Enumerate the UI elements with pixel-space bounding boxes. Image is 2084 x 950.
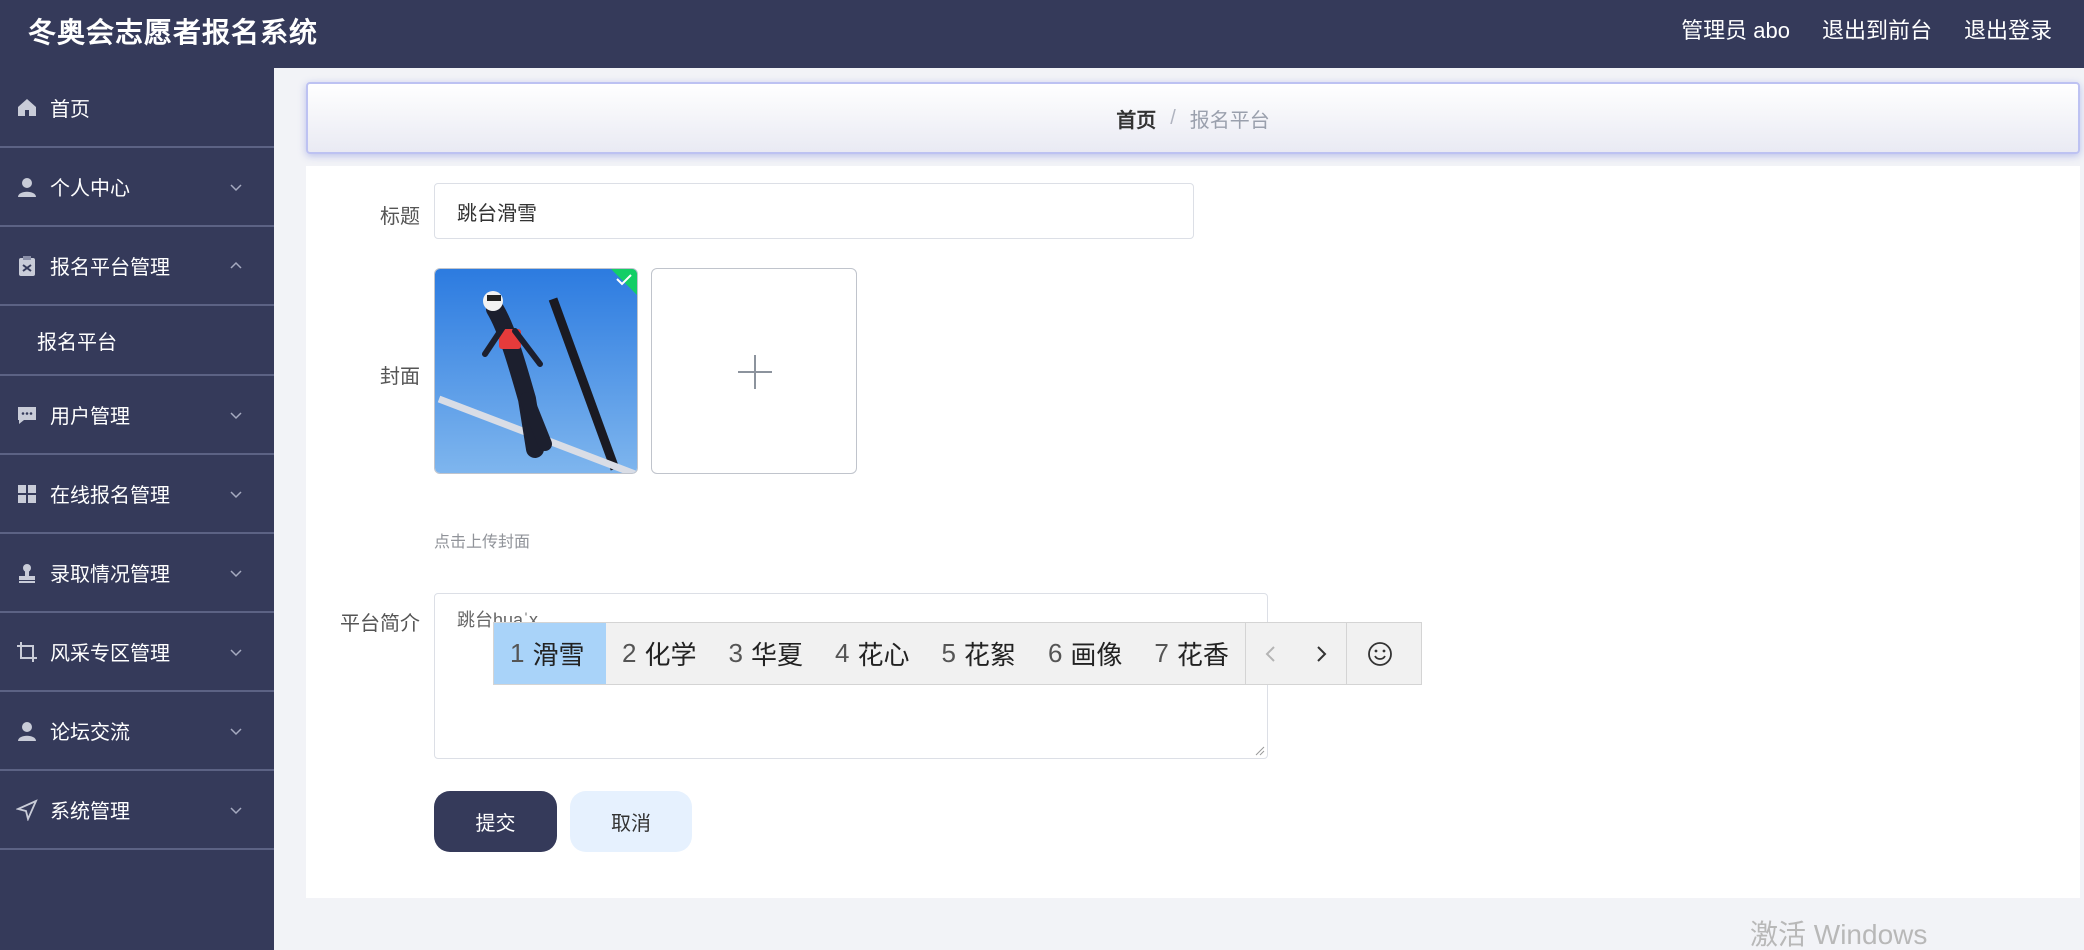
cover-label: 封面 <box>380 366 420 388</box>
ski-jumper-image <box>435 269 637 473</box>
sidebar-item-online-signup[interactable]: 在线报名管理 <box>0 455 274 534</box>
submit-button[interactable]: 提交 <box>434 791 557 852</box>
sidebar-item-label: 在线报名管理 <box>50 485 170 507</box>
sidebar-item-user-manage[interactable]: 用户管理 <box>0 376 274 455</box>
clipboard-icon <box>16 255 38 277</box>
breadcrumb: 首页 / 报名平台 <box>306 82 2080 154</box>
ime-prev-page[interactable] <box>1246 623 1296 684</box>
intro-label: 平台简介 <box>340 613 420 635</box>
logout-link[interactable]: 退出登录 <box>1964 13 2052 45</box>
user-icon <box>16 176 38 198</box>
ime-candidate[interactable]: 1 滑雪 <box>494 623 606 684</box>
admin-user-label: 管理员 abo <box>1681 18 1790 43</box>
emoji-icon <box>1368 641 1392 666</box>
chevron-right-icon <box>1317 645 1327 662</box>
sidebar: 首页 个人中心 报名平台管理 报名平台 用户管理 在线报名管理 录取情况管理 风… <box>0 68 274 950</box>
breadcrumb-home[interactable]: 首页 <box>1116 104 1156 133</box>
sidebar-item-label: 用户管理 <box>50 406 130 428</box>
chevron-down-icon <box>230 490 242 498</box>
chevron-down-icon <box>230 806 242 814</box>
sidebar-item-label: 个人中心 <box>50 178 130 200</box>
ime-emoji-button[interactable] <box>1347 623 1413 684</box>
cover-image[interactable] <box>434 268 638 474</box>
to-front-link[interactable]: 退出到前台 <box>1822 13 1932 45</box>
ime-candidate[interactable]: 4 花心 <box>819 623 925 684</box>
breadcrumb-separator: / <box>1170 106 1176 129</box>
sidebar-subitem-platform[interactable]: 报名平台 <box>0 306 274 376</box>
ime-candidate[interactable]: 5 花絮 <box>925 623 1031 684</box>
upload-cover-button[interactable] <box>651 268 857 474</box>
title-label: 标题 <box>380 206 420 228</box>
sidebar-item-showcase[interactable]: 风采专区管理 <box>0 613 274 692</box>
sidebar-item-admission[interactable]: 录取情况管理 <box>0 534 274 613</box>
ime-candidate[interactable]: 3 华夏 <box>712 623 818 684</box>
ime-candidate[interactable]: 7 花香 <box>1138 623 1244 684</box>
resize-handle-icon[interactable] <box>1253 744 1265 756</box>
windows-activation-watermark: 激活 Windows <box>1750 919 1928 950</box>
chevron-down-icon <box>230 569 242 577</box>
ime-candidate[interactable]: 2 化学 <box>606 623 712 684</box>
chevron-down-icon <box>230 183 242 191</box>
sidebar-item-home[interactable]: 首页 <box>0 68 274 148</box>
sidebar-item-label: 首页 <box>50 98 90 121</box>
sidebar-item-label: 报名平台管理 <box>50 257 170 279</box>
chevron-down-icon <box>230 727 242 735</box>
chevron-down-icon <box>230 648 242 656</box>
sidebar-item-label: 风采专区管理 <box>50 643 170 665</box>
sidebar-item-forum[interactable]: 论坛交流 <box>0 692 274 771</box>
breadcrumb-current: 报名平台 <box>1189 109 1270 132</box>
chat-icon <box>16 404 38 426</box>
grid-icon <box>16 483 38 505</box>
sidebar-item-label: 系统管理 <box>50 801 130 823</box>
ime-candidate-bar: 1 滑雪 2 化学 3 华夏 4 花心 5 花絮 6 画像 7 花香 <box>493 622 1422 685</box>
sidebar-item-label: 录取情况管理 <box>50 564 170 586</box>
chevron-up-icon <box>230 261 242 269</box>
top-links: 管理员 abo 退出到前台 退出登录 <box>1681 13 2052 45</box>
user-icon <box>16 720 38 742</box>
sidebar-item-personal-center[interactable]: 个人中心 <box>0 148 274 227</box>
upload-tip: 点击上传封面 <box>434 534 531 551</box>
title-input[interactable]: 跳台滑雪 <box>434 183 1194 239</box>
app-title: 冬奥会志愿者报名系统 <box>28 17 319 48</box>
stamp-icon <box>16 562 38 584</box>
ime-candidate[interactable]: 6 画像 <box>1032 623 1138 684</box>
sidebar-item-system[interactable]: 系统管理 <box>0 771 274 850</box>
sidebar-item-label: 论坛交流 <box>50 722 130 744</box>
top-bar: 冬奥会志愿者报名系统 管理员 abo 退出到前台 退出登录 <box>0 0 2084 68</box>
home-icon <box>16 96 38 118</box>
crop-icon <box>16 641 38 663</box>
sidebar-item-platform-manage[interactable]: 报名平台管理 <box>0 227 274 306</box>
send-icon <box>16 798 38 821</box>
cancel-button[interactable]: 取消 <box>570 791 692 852</box>
chevron-left-icon <box>1265 645 1275 662</box>
ime-next-page[interactable] <box>1296 623 1346 684</box>
chevron-down-icon <box>230 411 242 419</box>
